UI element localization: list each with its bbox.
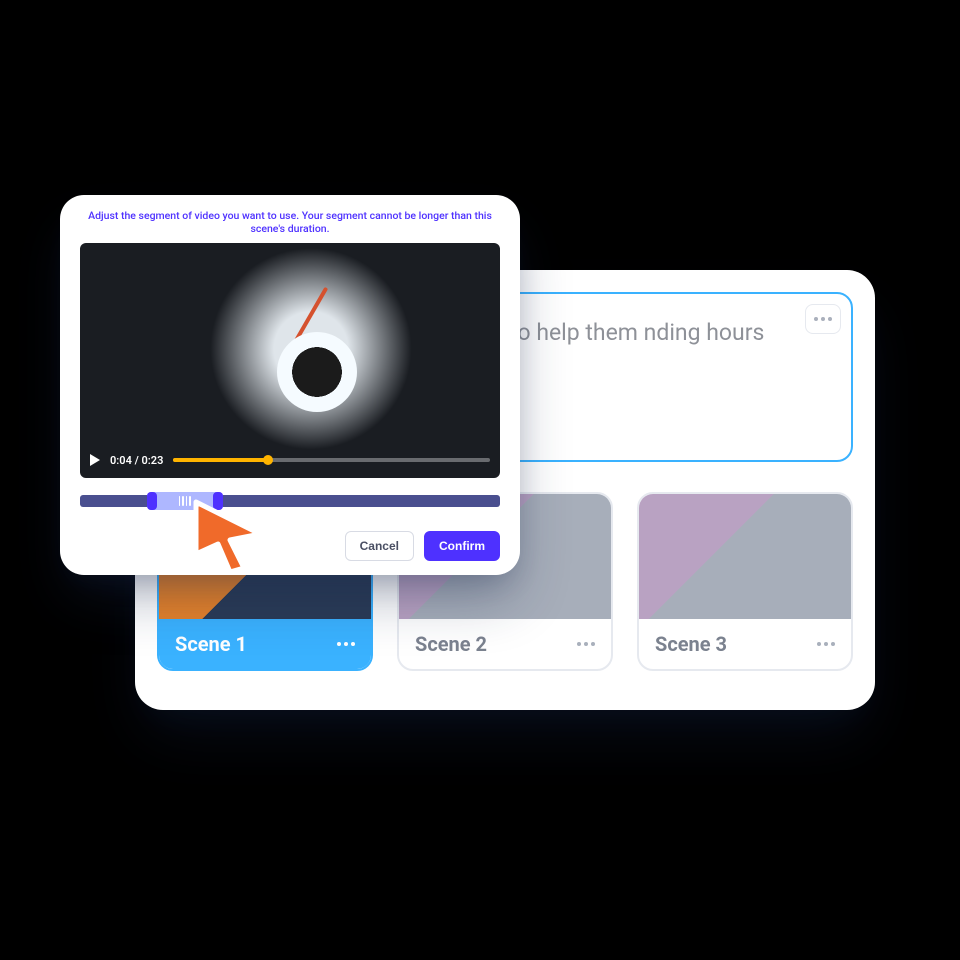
more-icon [817, 642, 835, 646]
segment-picker-dialog: Adjust the segment of video you want to … [60, 195, 520, 575]
dialog-actions: Cancel Confirm [345, 531, 500, 561]
player-controlbar: 0:04 / 0:23 [80, 442, 500, 478]
play-icon[interactable] [90, 454, 100, 466]
scene-more-button[interactable] [577, 642, 595, 646]
scene-footer: Scene 3 [639, 619, 851, 669]
scene-footer: Scene 1 [159, 619, 371, 669]
scene-card-3[interactable]: Scene 3 [637, 492, 853, 671]
prompt-more-button[interactable] [805, 304, 841, 334]
range-track [80, 495, 500, 507]
more-icon [337, 642, 355, 646]
scene-more-button[interactable] [817, 642, 835, 646]
more-icon [577, 642, 595, 646]
scene-more-button[interactable] [337, 642, 355, 646]
more-icon [814, 317, 832, 321]
segment-hint: Adjust the segment of video you want to … [80, 209, 500, 235]
seek-head-icon[interactable] [263, 455, 273, 465]
segment-range[interactable] [80, 492, 500, 510]
cursor-pointer-icon [190, 498, 268, 576]
scene-thumb [639, 494, 851, 619]
confirm-button[interactable]: Confirm [424, 531, 500, 561]
scene-footer: Scene 2 [399, 619, 611, 669]
scene-name: Scene 1 [175, 632, 247, 656]
seek-progress [173, 458, 268, 462]
video-decor [290, 287, 328, 350]
scene-name: Scene 2 [415, 632, 487, 656]
player-seekbar[interactable] [173, 458, 490, 462]
video-player[interactable]: 0:04 / 0:23 [80, 243, 500, 478]
scene-name: Scene 3 [655, 632, 727, 656]
player-time: 0:04 / 0:23 [110, 454, 163, 467]
cancel-button[interactable]: Cancel [345, 531, 414, 561]
